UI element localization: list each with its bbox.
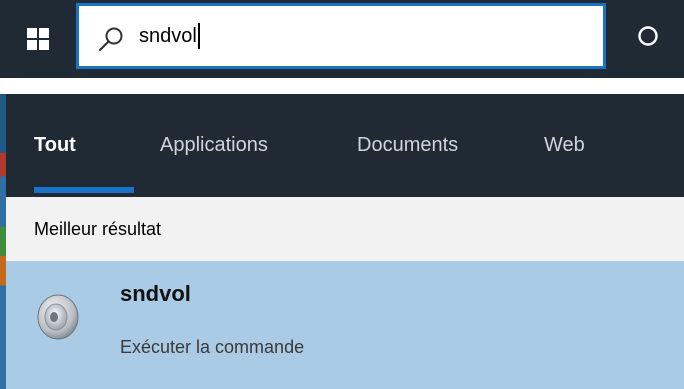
result-filter-tabs: Tout Applications Documents Web [6,94,684,197]
tab-web[interactable]: Web [544,94,585,197]
speaker-icon [37,294,79,340]
best-result-item[interactable]: sndvol Exécuter la commande [6,261,684,389]
search-icon [98,27,123,52]
text-caret [197,23,200,49]
section-title: Meilleur résultat [34,219,162,239]
tab-applications[interactable]: Applications [160,94,268,197]
search-input[interactable]: sndvol [76,3,606,69]
tab-documents[interactable]: Documents [357,94,458,197]
best-match-header: Meilleur résultat [6,197,684,261]
result-title: sndvol [120,281,191,306]
cortana-button[interactable] [630,18,666,54]
result-subtitle: Exécuter la commande [120,337,305,357]
start-button[interactable] [0,0,76,78]
taskbar: sndvol [0,0,684,78]
search-input-value[interactable]: sndvol [139,6,200,66]
tab-all[interactable]: Tout [34,94,76,197]
search-query-text: sndvol [139,25,197,47]
cortana-circle-icon [638,26,658,46]
spacer [0,78,684,94]
windows-logo-icon [27,28,49,50]
active-tab-indicator [34,187,134,193]
